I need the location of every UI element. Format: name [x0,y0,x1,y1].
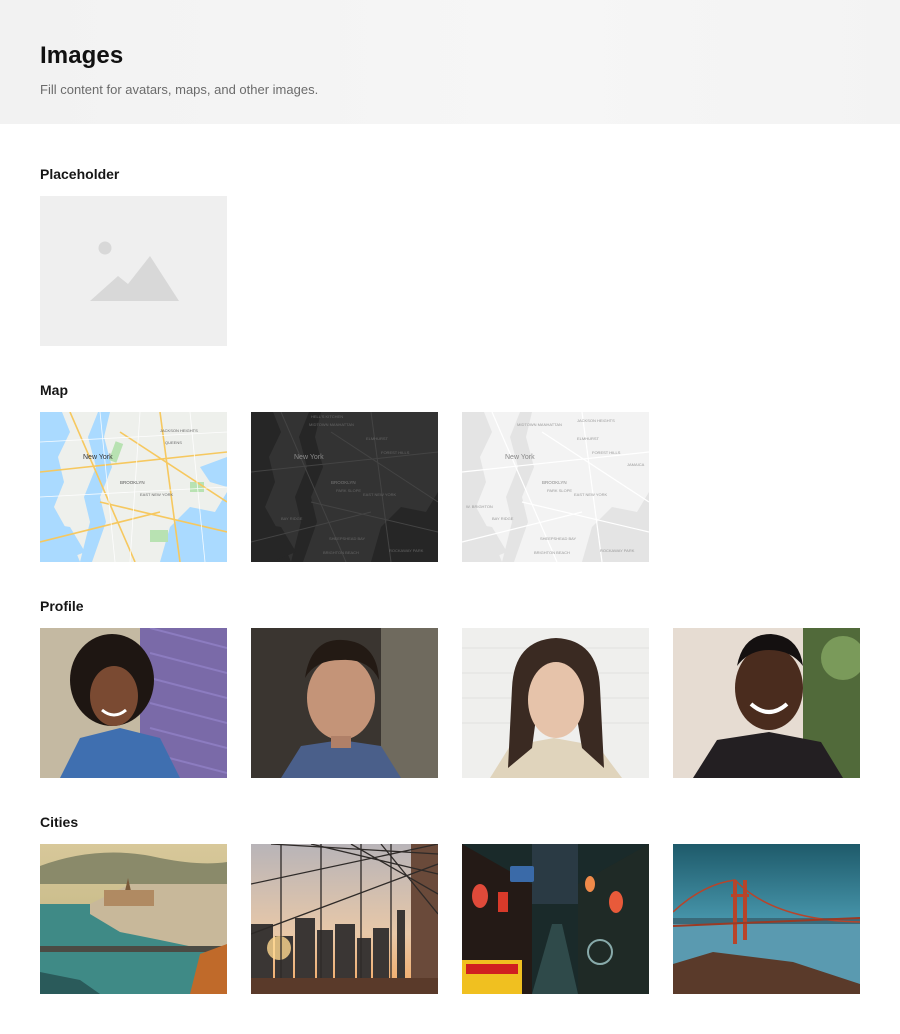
map-label-bay-ridge: BAY RIDGE [492,516,514,521]
city-image-4[interactable] [673,844,860,994]
map-label-elmhurst: ELMHURST [577,436,600,441]
city-photo-budapest [40,844,227,994]
profile-photo-man-smiling [673,628,860,778]
map-label-sheepshead-bay: SHEEPSHEAD BAY [540,536,576,541]
city-photo-brooklyn-bridge [251,844,438,994]
map-label-queens: QUEENS [165,440,182,445]
map-label-jackson-heights: JACKSON HEIGHTS [577,418,615,423]
profile-photo-woman-curly-hair [40,628,227,778]
profile-photo-man-dark-hair [251,628,438,778]
map-label-jackson-heights: JACKSON HEIGHTS [160,428,198,433]
map-label-east-new-york: EAST NEW YORK [363,492,397,497]
profile-image-3[interactable] [462,628,649,778]
map-light-image: New York BROOKLYN PARK SLOPE EAST NEW YO… [462,412,649,562]
map-dark-image: New York BROOKLYN PARK SLOPE EAST NEW YO… [251,412,438,562]
city-image-2[interactable] [251,844,438,994]
map-label-new-york: New York [294,454,324,461]
section-title-placeholder: Placeholder [40,166,120,182]
page-header: Images Fill content for avatars, maps, a… [0,0,900,124]
page-subtitle: Fill content for avatars, maps, and othe… [40,82,319,97]
map-label-forest-hills: FOREST HILLS [592,450,621,455]
map-label-brooklyn: BROOKLYN [120,480,145,485]
map-label-brooklyn: BROOKLYN [331,480,356,485]
map-label-sheepshead-bay: SHEEPSHEAD BAY [329,536,365,541]
placeholder-image [40,196,227,346]
map-label-hells-kitchen: HELL'S KITCHEN [311,414,343,419]
city-photo-golden-gate [673,844,860,994]
map-standard-image: New York BROOKLYN EAST NEW YORK JACKSON … [40,412,227,562]
map-label-midtown: MIDTOWN MANHATTAN [309,422,354,427]
image-placeholder-icon [40,196,227,346]
map-label-brooklyn: BROOKLYN [542,480,567,485]
map-label-midtown: MIDTOWN MANHATTAN [517,422,562,427]
map-label-brighton-beach: BRIGHTON BEACH [323,550,359,555]
map-label-east-new-york: EAST NEW YORK [574,492,608,497]
city-image-1[interactable] [40,844,227,994]
profile-image-1[interactable] [40,628,227,778]
map-light[interactable]: New York BROOKLYN PARK SLOPE EAST NEW YO… [462,412,649,562]
city-image-3[interactable] [462,844,649,994]
map-label-east-new-york: EAST NEW YORK [140,492,174,497]
map-label-park-slope: PARK SLOPE [336,488,361,493]
page-title: Images [40,42,124,69]
map-label-new-york: New York [505,454,535,461]
map-label-park-slope: PARK SLOPE [547,488,572,493]
city-photo-tokyo-alley [462,844,649,994]
section-title-profile: Profile [40,598,84,614]
map-label-bay-ridge: BAY RIDGE [281,516,303,521]
map-dark[interactable]: New York BROOKLYN PARK SLOPE EAST NEW YO… [251,412,438,562]
map-label-new-york: New York [83,454,113,461]
profile-image-2[interactable] [251,628,438,778]
section-title-map: Map [40,382,68,398]
profile-image-4[interactable] [673,628,860,778]
map-label-elmhurst: ELMHURST [366,436,389,441]
map-label-rockaway-park: ROCKAWAY PARK [600,548,635,553]
section-title-cities: Cities [40,814,79,830]
map-label-forest-hills: FOREST HILLS [381,450,410,455]
profile-photo-woman-long-hair [462,628,649,778]
map-label-jamaica: JAMAICA [627,462,645,467]
map-label-brighton-beach: BRIGHTON BEACH [534,550,570,555]
map-label-w-brighton: W. BRIGHTON [466,504,493,509]
map-label-rockaway-park: ROCKAWAY PARK [389,548,424,553]
map-standard[interactable]: New York BROOKLYN EAST NEW YORK JACKSON … [40,412,227,562]
